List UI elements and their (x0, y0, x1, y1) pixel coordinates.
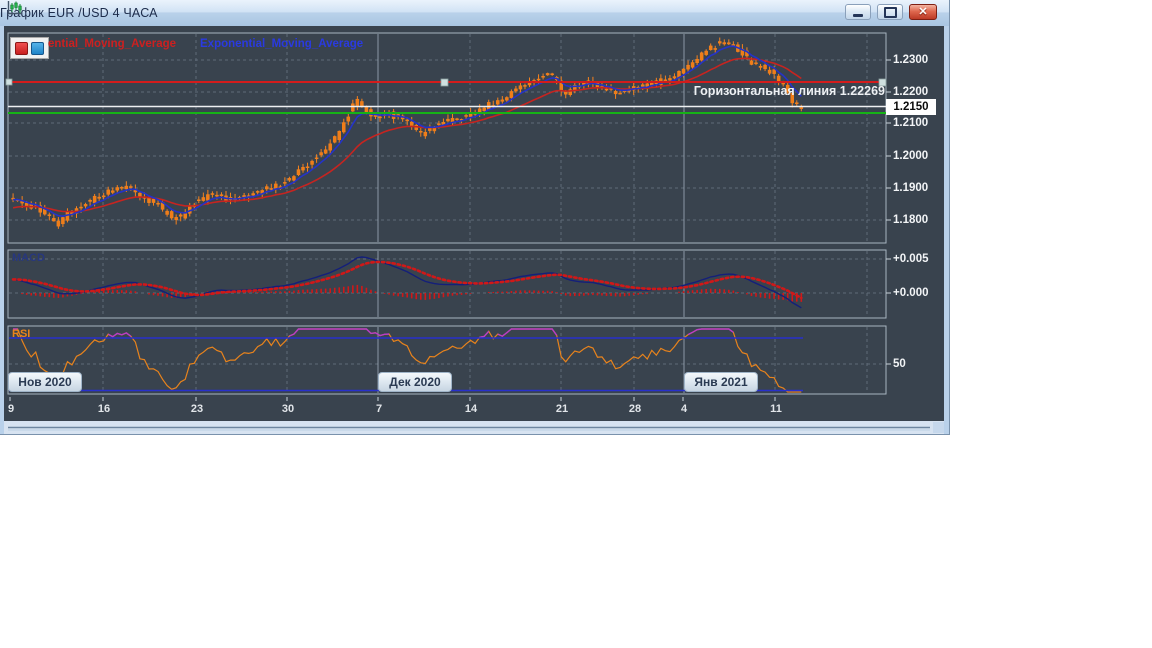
minimize-button[interactable] (845, 4, 871, 20)
x-tick: 14 (464, 403, 478, 415)
titlebar[interactable]: График EUR /USD 4 ЧАСА ✕ (0, 0, 949, 26)
rsi-tick: 50 (893, 358, 906, 370)
chart-window: График EUR /USD 4 ЧАСА ✕ ential_Moving_A… (0, 0, 950, 435)
x-tick: 4 (680, 403, 688, 415)
hline-label: Горизонтальная линия 1.22269 (693, 84, 885, 98)
price-tick: 1.2200 (893, 86, 929, 98)
x-tick: 16 (97, 403, 111, 415)
maximize-button[interactable] (877, 4, 903, 20)
x-tick: 28 (628, 403, 642, 415)
x-tick: 21 (555, 403, 569, 415)
price-tick: 1.1900 (893, 182, 929, 194)
indicator-swatch-panel (10, 37, 49, 59)
x-tick: 9 (7, 403, 15, 415)
price-tick: 1.2300 (893, 54, 929, 66)
price-tick: 1.2100 (893, 117, 929, 129)
app-icon (7, 1, 22, 15)
price-tick: 1.2000 (893, 150, 929, 162)
blue-swatch-button[interactable] (31, 41, 44, 55)
x-tick: 7 (375, 403, 383, 415)
red-swatch-button[interactable] (15, 41, 28, 55)
rsi-label: RSI (12, 328, 31, 340)
macd-tick: +0.000 (893, 287, 929, 299)
price-tick: 1.1800 (893, 214, 929, 226)
month-badge-nov: Нов 2020 (8, 372, 82, 392)
minimize-icon (853, 13, 863, 17)
chart-canvas[interactable] (0, 0, 949, 434)
legend-ema-red: ential_Moving_Average (48, 38, 177, 50)
x-tick: 30 (281, 403, 295, 415)
month-badge-jan: Янв 2021 (684, 372, 758, 392)
x-tick: 23 (190, 403, 204, 415)
maximize-icon (883, 6, 897, 18)
macd-tick: +0.005 (893, 253, 929, 265)
resize-grip[interactable] (933, 422, 944, 433)
legend-ema-blue: Exponential_Moving_Average (200, 38, 364, 50)
month-badge-dec: Дек 2020 (378, 372, 452, 392)
macd-label: MACD (12, 252, 45, 264)
x-tick: 11 (770, 403, 782, 415)
close-button[interactable]: ✕ (909, 4, 937, 20)
current-price-badge: 1.2150 (886, 99, 936, 115)
close-icon: ✕ (918, 5, 928, 18)
